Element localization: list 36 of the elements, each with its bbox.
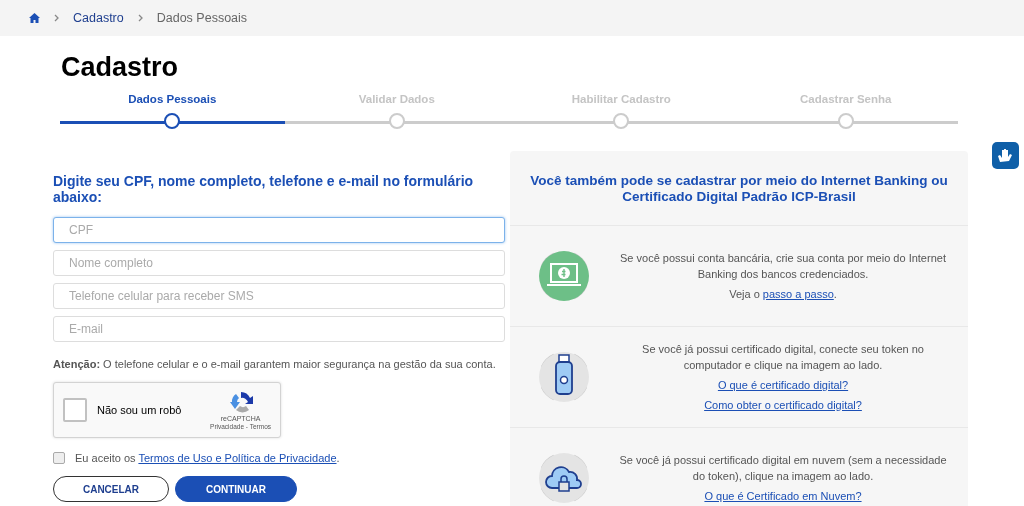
input-field[interactable]: Nome completo [53,250,505,276]
captcha-checkbox[interactable] [63,398,87,422]
continue-button[interactable]: CONTINUAR [175,476,297,502]
chevron-icon [54,14,59,22]
breadcrumb-link[interactable]: Cadastro [73,11,124,25]
cancel-button[interactable]: CANCELAR [53,476,169,502]
option-description: Se você possui conta bancária, crie sua conta por meio do Internet Banking dos bancos credenciados. [619,251,947,282]
captcha-label: Não sou um robô [97,404,183,416]
home-icon[interactable] [29,13,40,23]
option-description: Se você já possui certificado digital, conecte seu token no computador e clique na imagem ao lado. [641,342,925,373]
input-field[interactable]: E-mail [53,316,505,342]
chevron-icon [137,14,143,22]
form-heading: Digite seu CPF, nome completo, telefone e e-mail no formulário abaixo: [53,173,475,205]
input-field[interactable]: CPF [53,217,505,243]
option-description: Se você já possui certificado digital em nuvem (sem a necessidade do token), clique na imagem ao lado. [618,453,948,484]
panel-heading: Você também pode se cadastrar por meio do Internet Banking ou Certificado Digital Padrão ICP-Brasil [529,172,949,206]
link[interactable]: passo a passo [762,288,834,300]
link[interactable]: O que é certificado digital? [717,379,849,391]
link[interactable]: O que é Certificado em Nuvem? [704,490,862,502]
accessibility-button[interactable] [992,142,1019,169]
page-title: Cadastro [60,51,180,83]
link-prefix: Veja o [729,288,760,300]
terms-link[interactable]: Termos de Uso e Política de Privacidade [138,452,337,464]
recaptcha-icon [227,390,254,414]
hand-icon [997,148,1014,163]
link[interactable]: Como obter o certificado digital? [704,399,862,411]
link-suffix: . [833,288,837,300]
notice-text: Atenção: O telefone celular e o e-mail garantem maior segurança na gestão da sua conta. [53,358,497,370]
step-label: Dados Pessoais [128,93,217,105]
step-label: Validar Dados [358,93,435,105]
step-label: Cadastrar Senha [800,93,892,105]
terms-checkbox[interactable] [53,452,65,464]
breadcrumb-current: Dados Pessoais [156,11,248,25]
step-label: Habilitar Cadastro [571,93,671,105]
terms-text: Eu aceito os Termos de Uso e Política de Privacidade. [75,452,340,464]
input-field[interactable]: Telefone celular para receber SMS [53,283,505,309]
